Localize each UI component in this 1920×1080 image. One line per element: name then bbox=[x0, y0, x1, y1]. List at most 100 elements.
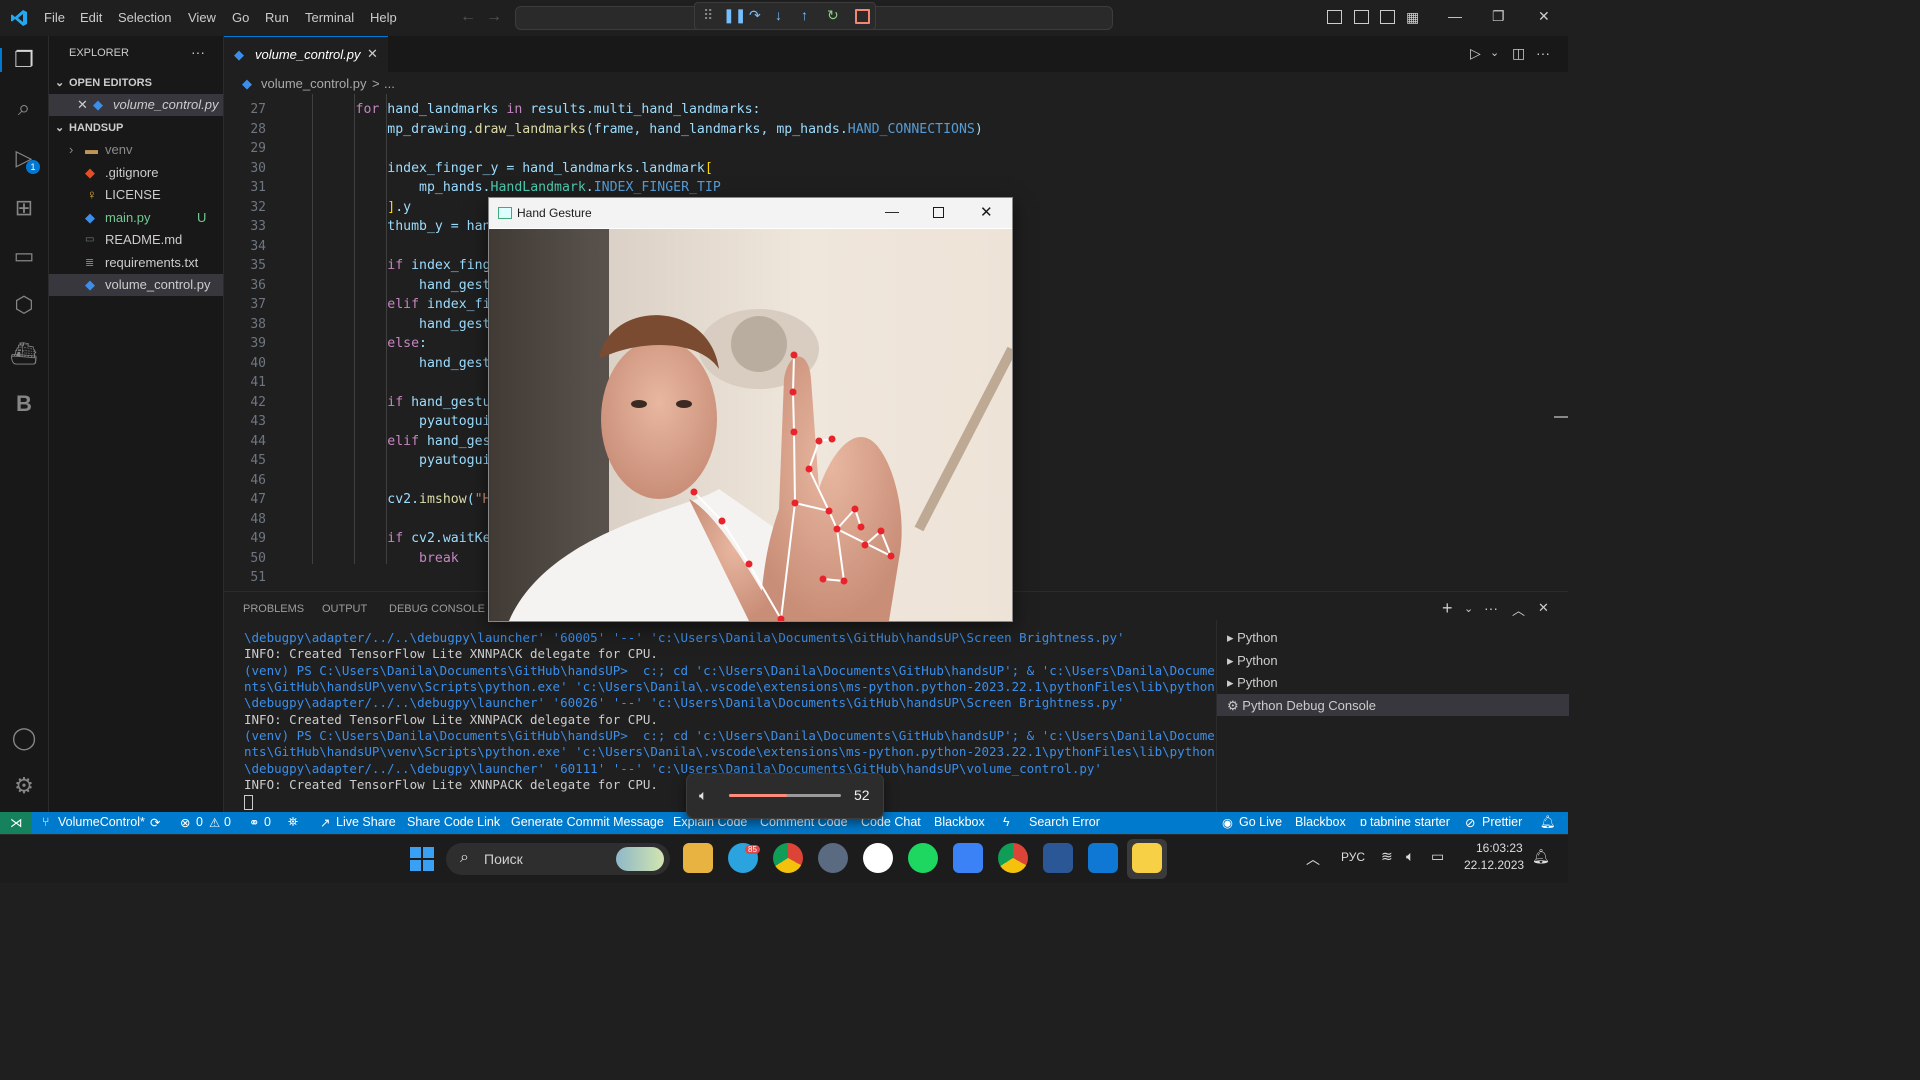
testing-icon[interactable]: ⬡ bbox=[10, 291, 38, 319]
step-into-icon[interactable]: ↓ bbox=[775, 7, 782, 23]
tab-problems[interactable]: PROBLEMS bbox=[243, 603, 304, 615]
chevron-down-icon[interactable]: ⌄ bbox=[1490, 46, 1499, 59]
maximize-icon[interactable] bbox=[933, 207, 944, 218]
accounts-icon[interactable]: ◯ bbox=[10, 724, 38, 752]
minimize-icon[interactable]: — bbox=[885, 203, 899, 219]
close-editor-icon[interactable]: ✕ bbox=[77, 94, 88, 116]
maximize-panel-icon[interactable]: ︿ bbox=[1512, 600, 1525, 619]
tabnine-status[interactable]: tabnine starter bbox=[1370, 815, 1450, 829]
toggle-sidebar-icon[interactable] bbox=[1327, 10, 1342, 24]
new-terminal-icon[interactable]: + bbox=[1442, 598, 1453, 619]
live-share-button[interactable]: Live Share bbox=[336, 815, 396, 829]
terminal-item[interactable]: ▸ Python bbox=[1227, 630, 1278, 646]
blackbox-button[interactable]: Blackbox bbox=[934, 815, 985, 829]
editor-more-icon[interactable]: ··· bbox=[1536, 45, 1550, 61]
split-editor-icon[interactable]: ◫ bbox=[1512, 45, 1525, 62]
word-icon[interactable] bbox=[1043, 843, 1073, 873]
close-icon[interactable]: ✕ bbox=[980, 203, 993, 221]
step-over-icon[interactable]: ↷ bbox=[749, 7, 761, 24]
slack-icon[interactable] bbox=[863, 843, 893, 873]
search-error-button[interactable]: Search Error bbox=[1029, 815, 1100, 829]
terminal-item[interactable]: ⚙ Python Debug Console bbox=[1227, 698, 1376, 714]
tree-item-requirements[interactable]: ≣ requirements.txt bbox=[49, 252, 223, 274]
open-editor-item[interactable]: ✕ ◆ volume_control.py bbox=[49, 94, 223, 116]
ports-count[interactable]: 0 bbox=[264, 815, 271, 829]
vscode-taskbar-icon[interactable] bbox=[1088, 843, 1118, 873]
menu-file[interactable]: File bbox=[44, 10, 65, 25]
clock-date[interactable]: 22.12.2023 bbox=[1464, 858, 1524, 872]
hand-gesture-window[interactable]: Hand Gesture — ✕ bbox=[488, 197, 1013, 622]
chevron-down-icon[interactable]: ⌄ bbox=[1464, 602, 1473, 615]
warning-count[interactable]: 0 bbox=[224, 815, 231, 829]
debug-status-icon[interactable]: ⛯ bbox=[288, 815, 298, 830]
search-icon[interactable]: ⌕ bbox=[10, 94, 38, 122]
settings-app-icon[interactable] bbox=[818, 843, 848, 873]
run-file-icon[interactable]: ▷ bbox=[1470, 45, 1481, 62]
extensions-icon[interactable]: ⊞ bbox=[10, 194, 38, 222]
share-code-link-button[interactable]: Share Code Link bbox=[407, 815, 500, 829]
tree-item-license[interactable]: ♀ LICENSE bbox=[49, 184, 223, 206]
python-app-icon[interactable] bbox=[1132, 843, 1162, 873]
generate-commit-button[interactable]: Generate Commit Message bbox=[511, 815, 664, 829]
speaker-icon[interactable]: 🔈︎ bbox=[699, 787, 707, 804]
menu-run[interactable]: Run bbox=[265, 10, 289, 25]
notifications-icon[interactable]: 🔔︎ bbox=[1540, 815, 1556, 830]
close-panel-icon[interactable]: ✕ bbox=[1538, 600, 1549, 616]
menu-view[interactable]: View bbox=[188, 10, 216, 25]
error-count[interactable]: 0 bbox=[196, 815, 203, 829]
step-out-icon[interactable]: ↑ bbox=[801, 7, 808, 23]
scrollbar-thumb[interactable] bbox=[1554, 416, 1568, 418]
tree-item-volume-control[interactable]: ◆ volume_control.py bbox=[49, 274, 223, 296]
open-editors-header[interactable]: ⌄ OPEN EDITORS bbox=[49, 72, 223, 94]
settings-gear-icon[interactable]: ⚙ bbox=[10, 772, 38, 800]
project-header[interactable]: ⌄ HANDSUP bbox=[49, 117, 223, 139]
explorer-more-icon[interactable]: ··· bbox=[191, 44, 205, 60]
remote-indicator[interactable]: ⋊ bbox=[0, 812, 32, 834]
panel-more-icon[interactable]: ··· bbox=[1484, 600, 1498, 616]
restart-icon[interactable]: ↻ bbox=[827, 7, 839, 24]
forward-arrow-icon[interactable]: → bbox=[486, 8, 502, 26]
toggle-panel-icon[interactable] bbox=[1354, 10, 1369, 24]
customize-layout-icon[interactable]: ▦ bbox=[1406, 9, 1419, 26]
breadcrumb-file[interactable]: volume_control.py bbox=[261, 76, 367, 91]
close-tab-icon[interactable]: ✕ bbox=[367, 46, 378, 62]
wifi-icon[interactable]: ≋ bbox=[1381, 848, 1393, 865]
docker-icon[interactable]: ⛴ bbox=[10, 340, 38, 368]
menu-terminal[interactable]: Terminal bbox=[305, 10, 354, 25]
pause-icon[interactable]: ❚❚ bbox=[723, 7, 746, 24]
windows-start-icon[interactable] bbox=[410, 847, 434, 871]
terminal-item[interactable]: ▸ Python bbox=[1227, 653, 1278, 669]
chrome-icon[interactable] bbox=[773, 843, 803, 873]
tree-item-readme[interactable]: ▭ README.md bbox=[49, 229, 223, 251]
branch-name[interactable]: VolumeControl* bbox=[58, 815, 145, 829]
file-explorer-icon[interactable] bbox=[683, 843, 713, 873]
taskbar-search[interactable]: ⌕ Поиск bbox=[446, 843, 670, 875]
remote-explorer-icon[interactable]: ▭ bbox=[10, 242, 38, 270]
speaker-icon[interactable]: 🔈︎ bbox=[1406, 848, 1414, 865]
tab-output[interactable]: OUTPUT bbox=[322, 603, 367, 615]
back-arrow-icon[interactable]: ← bbox=[460, 8, 476, 26]
explorer-icon[interactable]: ❐ bbox=[10, 46, 38, 74]
menu-selection[interactable]: Selection bbox=[118, 10, 171, 25]
hand-gesture-titlebar[interactable]: Hand Gesture — ✕ bbox=[489, 198, 1012, 228]
prettier-status[interactable]: Prettier bbox=[1482, 815, 1522, 829]
blackbox-status[interactable]: Blackbox bbox=[1295, 815, 1346, 829]
breadcrumb-more[interactable]: ... bbox=[384, 76, 395, 91]
menu-go[interactable]: Go bbox=[232, 10, 249, 25]
close-icon[interactable]: ✕ bbox=[1538, 8, 1550, 25]
terminal-item[interactable]: ▸ Python bbox=[1227, 675, 1278, 691]
blackbox-icon[interactable]: B bbox=[10, 390, 38, 418]
tab-debug-console[interactable]: DEBUG CONSOLE bbox=[389, 603, 485, 615]
chrome-profile-icon[interactable] bbox=[998, 843, 1028, 873]
drag-handle-icon[interactable]: ⠿ bbox=[703, 7, 713, 24]
clock-time[interactable]: 16:03:23 bbox=[1476, 841, 1523, 855]
tree-item-venv[interactable]: › ▬ venv bbox=[49, 139, 223, 161]
tab-volume-control[interactable]: ◆ volume_control.py ✕ bbox=[224, 36, 388, 73]
battery-icon[interactable]: ▭ bbox=[1431, 848, 1444, 865]
menu-edit[interactable]: Edit bbox=[80, 10, 102, 25]
stop-icon[interactable] bbox=[855, 9, 870, 24]
minimize-icon[interactable]: — bbox=[1448, 8, 1462, 24]
menu-help[interactable]: Help bbox=[370, 10, 397, 25]
todo-icon[interactable] bbox=[953, 843, 983, 873]
restore-icon[interactable]: ❐ bbox=[1492, 8, 1505, 25]
